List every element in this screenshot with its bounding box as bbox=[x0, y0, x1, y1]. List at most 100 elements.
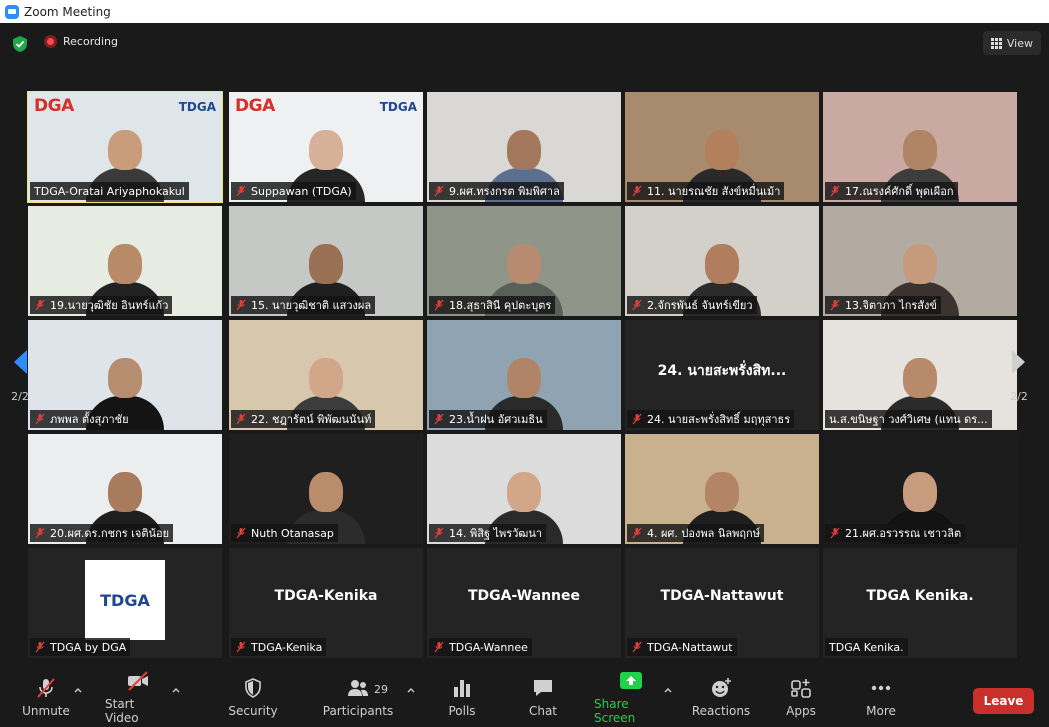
participant-tile[interactable]: ภพพล ตั้งสุภาชัย bbox=[28, 320, 222, 430]
participant-tile[interactable]: 2.จักรพันธ์ จันทร์เขียว bbox=[625, 206, 819, 316]
participant-name-label: น.ส.ขนิษฐา วงศ์วิเศษ (แทน ดร... bbox=[825, 410, 992, 428]
share-options-caret-icon[interactable] bbox=[663, 685, 673, 695]
share-screen-button[interactable]: Share Screen bbox=[594, 667, 668, 727]
participant-tile[interactable]: 17.ณรงค์ศักดิ์ พุดเผือก bbox=[823, 92, 1017, 202]
view-label: View bbox=[1006, 36, 1033, 50]
participant-tile[interactable]: 20.ผศ.ดร.กชกร เจติน้อย bbox=[28, 434, 222, 544]
participant-tile[interactable]: 15. นายวุฒิชาติ แสวงผล bbox=[229, 206, 423, 316]
participant-tile[interactable]: TDGA-Wannee TDGA-Wannee bbox=[427, 548, 621, 658]
participant-tile[interactable]: น.ส.ขนิษฐา วงศ์วิเศษ (แทน ดร... bbox=[823, 320, 1017, 430]
participant-name: 13.จิตาภา ไกรสังข์ bbox=[845, 299, 937, 312]
participant-name: 17.ณรงค์ศักดิ์ พุดเผือก bbox=[845, 185, 954, 198]
share-screen-label: Share Screen bbox=[594, 696, 636, 725]
participant-name: TDGA-Nattawut bbox=[647, 640, 733, 654]
chat-label: Chat bbox=[528, 703, 558, 718]
participant-tile[interactable]: DGA TDGA Suppawan (TDGA) bbox=[229, 92, 423, 202]
participant-display-name: 24. นายสะพรั่งสิท... bbox=[657, 363, 787, 379]
muted-mic-icon bbox=[434, 413, 444, 425]
grid-view-icon bbox=[990, 37, 1002, 49]
reactions-smiley-icon bbox=[712, 677, 731, 697]
muted-mic-icon bbox=[236, 299, 246, 311]
window-titlebar: Zoom Meeting bbox=[0, 0, 1049, 23]
polls-bar-chart-icon bbox=[454, 679, 470, 697]
page-indicator-right: 2/2 bbox=[1010, 389, 1028, 403]
participant-name: Nuth Otanasap bbox=[251, 526, 334, 540]
view-button[interactable]: View bbox=[982, 31, 1041, 55]
participant-name: 24. นายสะพรั่งสิทธิ์ มฤทุสาธร bbox=[647, 413, 791, 426]
participant-name-label: 15. นายวุฒิชาติ แสวงผล bbox=[231, 296, 376, 314]
participant-name: 21.ผศ.อรวรรณ เชาวลิต bbox=[845, 527, 962, 540]
participant-name-label: 17.ณรงค์ศักดิ์ พุดเผือก bbox=[825, 182, 958, 200]
start-video-label: Start Video bbox=[105, 696, 139, 725]
participant-name-label: 9.ผศ.ทรงกรต พิมพิศาล bbox=[429, 182, 564, 200]
participant-tile[interactable]: Nuth Otanasap bbox=[229, 434, 423, 544]
participant-name-label: Suppawan (TDGA) bbox=[231, 182, 356, 200]
participant-tile[interactable]: 11. นายรณชัย สังข์หมื่นเม้า bbox=[625, 92, 819, 202]
muted-mic-icon bbox=[830, 185, 840, 197]
participant-name: น.ส.ขนิษฐา วงศ์วิเศษ (แทน ดร... bbox=[829, 413, 988, 426]
dga-logo: DGA bbox=[235, 96, 275, 116]
meeting-toolbar: Unmute Start Video Security Participants… bbox=[0, 667, 1049, 727]
muted-mic-icon bbox=[632, 641, 642, 653]
audio-options-caret-icon[interactable] bbox=[73, 685, 83, 695]
participant-tile[interactable]: 18.สุธาสินี คุปตะบุตร bbox=[427, 206, 621, 316]
security-shield-icon bbox=[245, 677, 261, 698]
participants-button[interactable]: Participants bbox=[323, 667, 393, 727]
participant-tile[interactable]: 14. พิสิฐ ไพรวัฒนา bbox=[427, 434, 621, 544]
participant-tile[interactable]: 22. ชฎารัตน์ พิพัฒนนันท์ bbox=[229, 320, 423, 430]
participant-name: 14. พิสิฐ ไพรวัฒนา bbox=[449, 527, 543, 540]
start-video-button[interactable]: Start Video bbox=[105, 667, 171, 727]
more-button[interactable]: More bbox=[862, 667, 900, 727]
participant-tile[interactable]: 19.นายวุฒิชัย อินทร์แก้ว bbox=[28, 206, 222, 316]
participant-name: ภพพล ตั้งสุภาชัย bbox=[50, 413, 129, 426]
participant-name-label: 4. ผศ. ปองพล นิลพฤกษ์ bbox=[627, 524, 764, 542]
participant-tile[interactable]: 4. ผศ. ปองพล นิลพฤกษ์ bbox=[625, 434, 819, 544]
chat-button[interactable]: Chat bbox=[525, 667, 561, 727]
security-button[interactable]: Security bbox=[228, 667, 278, 727]
apps-label: Apps bbox=[786, 703, 816, 718]
participant-name-label: TDGA by DGA bbox=[30, 638, 131, 656]
encryption-shield-icon[interactable] bbox=[11, 35, 29, 53]
unmute-button[interactable]: Unmute bbox=[22, 667, 70, 727]
participant-tile[interactable]: 21.ผศ.อรวรรณ เชาวลิต bbox=[823, 434, 1017, 544]
participant-tile[interactable]: TDGA Kenika. TDGA Kenika. bbox=[823, 548, 1017, 658]
participant-tile[interactable]: 9.ผศ.ทรงกรต พิมพิศาล bbox=[427, 92, 621, 202]
previous-page-button[interactable]: 2/2 bbox=[0, 330, 40, 420]
leave-button[interactable]: Leave bbox=[973, 688, 1034, 714]
recording-indicator[interactable]: Recording bbox=[44, 35, 118, 48]
participant-name: 4. ผศ. ปองพล นิลพฤกษ์ bbox=[647, 527, 760, 540]
apps-icon bbox=[791, 678, 811, 698]
share-screen-arrow-icon bbox=[620, 671, 642, 689]
participant-tile[interactable]: TDGA-Kenika TDGA-Kenika bbox=[229, 548, 423, 658]
participant-tile[interactable]: 24. นายสะพรั่งสิท... 24. นายสะพรั่งสิทธิ์… bbox=[625, 320, 819, 430]
participant-name: 11. นายรณชัย สังข์หมื่นเม้า bbox=[647, 185, 781, 198]
tdga-logo: TDGA bbox=[178, 100, 216, 114]
participants-options-caret-icon[interactable] bbox=[406, 685, 416, 695]
participant-name-label: ภพพล ตั้งสุภาชัย bbox=[30, 410, 133, 428]
recording-label: Recording bbox=[63, 35, 119, 48]
participant-name: TDGA-Kenika bbox=[251, 640, 323, 654]
apps-button[interactable]: Apps bbox=[783, 667, 819, 727]
participant-name-label: TDGA-Nattawut bbox=[627, 638, 737, 656]
polls-button[interactable]: Polls bbox=[444, 667, 480, 727]
participant-name: 19.นายวุฒิชัย อินทร์แก้ว bbox=[50, 299, 169, 312]
muted-mic-icon bbox=[632, 413, 642, 425]
participant-tile[interactable]: TDGA TDGA by DGA bbox=[28, 548, 222, 658]
muted-mic-icon bbox=[632, 527, 642, 539]
chevron-right-icon bbox=[1012, 349, 1025, 374]
participant-tile[interactable]: TDGA-Nattawut TDGA-Nattawut bbox=[625, 548, 819, 658]
participant-tile[interactable]: 13.จิตาภา ไกรสังข์ bbox=[823, 206, 1017, 316]
muted-mic-icon bbox=[632, 299, 642, 311]
participant-display-name: TDGA Kenika. bbox=[866, 588, 974, 604]
page-indicator-left: 2/2 bbox=[11, 389, 29, 403]
participant-tile[interactable]: 23.น้ำฝน อัศวเมธิน bbox=[427, 320, 621, 430]
participant-name: 9.ผศ.ทรงกรต พิมพิศาล bbox=[449, 185, 560, 198]
reactions-button[interactable]: Reactions bbox=[692, 667, 750, 727]
participant-tile[interactable]: DGA TDGA TDGA-Oratai Ariyaphokakul bbox=[27, 91, 223, 203]
participant-name-label: Nuth Otanasap bbox=[231, 524, 338, 542]
participant-name-label: TDGA-Kenika bbox=[231, 638, 327, 656]
video-options-caret-icon[interactable] bbox=[171, 685, 181, 695]
next-page-button[interactable]: 2/2 bbox=[999, 330, 1039, 420]
participants-count: 29 bbox=[374, 683, 388, 696]
security-label: Security bbox=[228, 703, 278, 718]
